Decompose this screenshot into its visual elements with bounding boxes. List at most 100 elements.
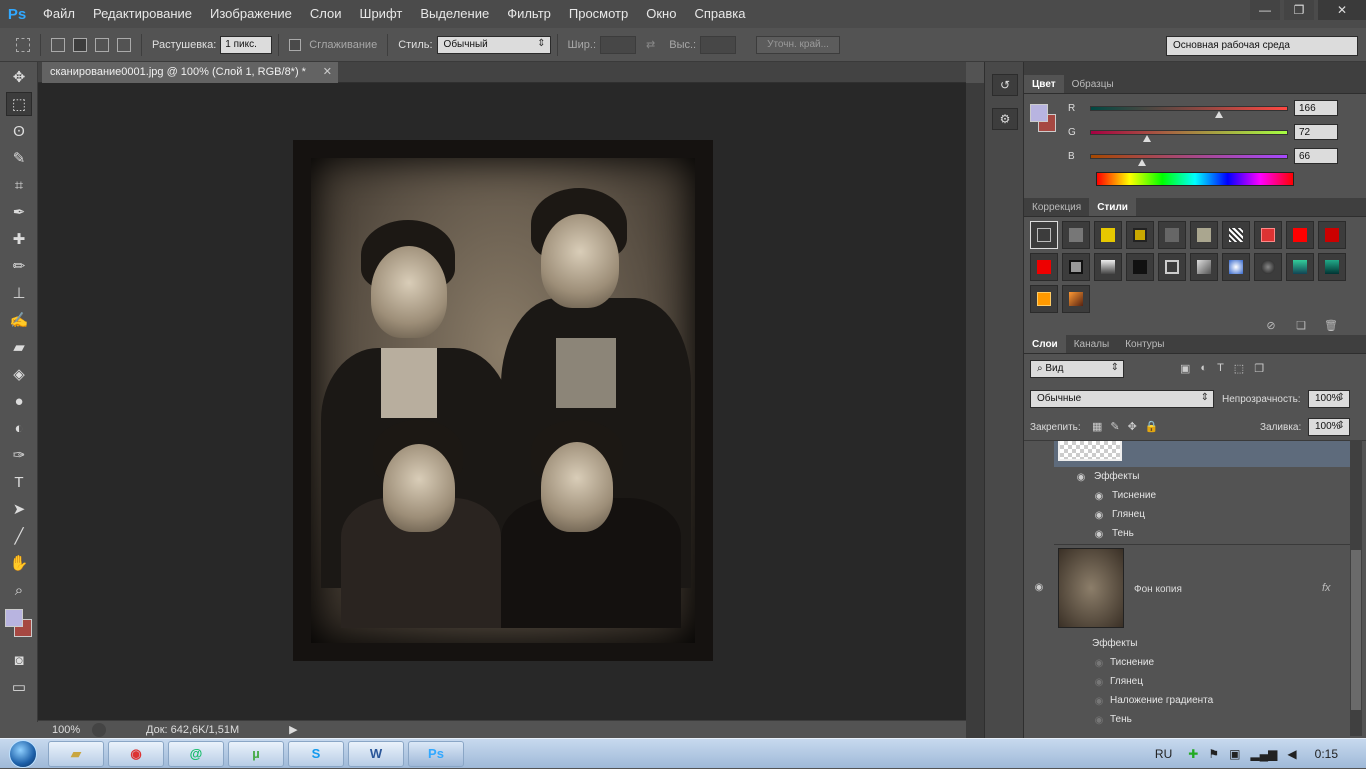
add-selection-icon[interactable] bbox=[73, 37, 87, 52]
tab-paths[interactable]: Контуры bbox=[1117, 335, 1172, 353]
blue-slider-thumb[interactable] bbox=[1138, 158, 1146, 166]
red-value-input[interactable]: 166 bbox=[1294, 100, 1338, 116]
document-tab[interactable]: сканирование0001.jpg @ 100% (Слой 1, RGB… bbox=[42, 62, 338, 83]
tab-styles[interactable]: Стили bbox=[1089, 198, 1136, 216]
opacity-input[interactable]: 100% bbox=[1308, 390, 1350, 408]
style-swatch[interactable] bbox=[1222, 221, 1250, 249]
canvas-scrollbar[interactable] bbox=[966, 83, 984, 738]
menu-window[interactable]: Окно bbox=[637, 0, 685, 28]
close-button[interactable]: ✕ bbox=[1318, 0, 1366, 20]
layer-filter-select[interactable]: ⌕ Вид bbox=[1030, 360, 1124, 378]
signal-icon[interactable]: ▂▄▆ bbox=[1250, 747, 1277, 761]
style-swatch[interactable] bbox=[1318, 253, 1346, 281]
effect-row[interactable]: ◉ Тень bbox=[1092, 714, 1366, 726]
red-slider-thumb[interactable] bbox=[1215, 110, 1223, 118]
eye-icon[interactable]: ◉ bbox=[1092, 510, 1106, 521]
effect-row[interactable]: ◉ Тиснение bbox=[1092, 657, 1366, 669]
history-panel-icon[interactable]: ↺ bbox=[992, 74, 1018, 96]
style-swatch[interactable] bbox=[1030, 221, 1058, 249]
blur-tool-icon[interactable]: ● bbox=[6, 389, 32, 413]
style-swatch[interactable] bbox=[1222, 253, 1250, 281]
eye-icon[interactable]: ◉ bbox=[1092, 529, 1106, 540]
new-selection-icon[interactable] bbox=[51, 37, 65, 52]
lock-position-icon[interactable]: ✥ bbox=[1128, 420, 1137, 433]
tab-color[interactable]: Цвет bbox=[1024, 75, 1064, 93]
crop-tool-icon[interactable]: ⌗ bbox=[6, 173, 32, 197]
document-image[interactable] bbox=[293, 140, 713, 661]
blue-slider[interactable] bbox=[1090, 153, 1288, 166]
properties-panel-icon[interactable]: ⚙ bbox=[992, 108, 1018, 130]
style-swatch[interactable] bbox=[1190, 221, 1218, 249]
style-swatch[interactable] bbox=[1094, 221, 1122, 249]
utorrent-icon[interactable]: µ bbox=[228, 740, 284, 767]
flag-icon[interactable]: ⚑ bbox=[1208, 747, 1219, 761]
style-swatch[interactable] bbox=[1126, 221, 1154, 249]
chrome-icon[interactable]: ◉ bbox=[108, 740, 164, 767]
eye-icon[interactable]: ◉ bbox=[1092, 677, 1106, 688]
effect-row[interactable]: ◉ Наложение градиента bbox=[1092, 695, 1366, 707]
language-indicator[interactable]: RU bbox=[1155, 747, 1172, 761]
menu-type[interactable]: Шрифт bbox=[351, 0, 412, 28]
type-filter-icon[interactable]: T bbox=[1217, 362, 1224, 375]
shape-filter-icon[interactable]: ⬚ bbox=[1234, 362, 1244, 375]
antialias-checkbox[interactable] bbox=[289, 38, 302, 51]
style-swatch[interactable] bbox=[1094, 253, 1122, 281]
canvas-area[interactable] bbox=[38, 83, 966, 720]
layer-visibility-eye-icon[interactable]: ◉ bbox=[1032, 582, 1046, 593]
close-tab-icon[interactable]: ✕ bbox=[323, 62, 332, 83]
effects-row[interactable]: ◉ Эффекты bbox=[1074, 471, 1366, 483]
menu-file[interactable]: Файл bbox=[34, 0, 84, 28]
layer-name[interactable]: Фон копия bbox=[1134, 584, 1182, 595]
eye-icon[interactable]: ◉ bbox=[1092, 658, 1106, 669]
start-button[interactable] bbox=[0, 739, 46, 769]
hand-tool-icon[interactable]: ✋ bbox=[6, 551, 32, 575]
tab-layers[interactable]: Слои bbox=[1024, 335, 1066, 353]
delete-style-icon[interactable]: 🗑 bbox=[1324, 319, 1338, 332]
green-slider[interactable] bbox=[1090, 129, 1288, 142]
brush-tool-icon[interactable]: ✏ bbox=[6, 254, 32, 278]
new-style-icon[interactable]: ❏ bbox=[1294, 319, 1308, 332]
blend-mode-select[interactable]: Обычные bbox=[1030, 390, 1214, 408]
eye-icon[interactable]: ◉ bbox=[1074, 472, 1088, 483]
subtract-selection-icon[interactable] bbox=[95, 37, 109, 52]
intersect-selection-icon[interactable] bbox=[117, 37, 131, 52]
style-swatch[interactable] bbox=[1318, 221, 1346, 249]
lasso-tool-icon[interactable]: ʘ bbox=[6, 119, 32, 143]
folder-icon[interactable]: ▰ bbox=[48, 740, 104, 767]
layer-fx-icon[interactable]: fx bbox=[1322, 582, 1331, 594]
workspace-select[interactable]: Основная рабочая среда bbox=[1166, 36, 1358, 56]
foreground-color-swatch[interactable] bbox=[5, 609, 23, 627]
effect-row[interactable]: ◉ Глянец bbox=[1092, 676, 1366, 688]
marquee-tool-icon[interactable]: ⬚ bbox=[6, 92, 32, 116]
style-swatch[interactable] bbox=[1126, 253, 1154, 281]
feather-input[interactable]: 1 пикс. bbox=[220, 35, 273, 54]
status-menu-icon[interactable] bbox=[92, 722, 106, 737]
menu-select[interactable]: Выделение bbox=[411, 0, 498, 28]
menu-view[interactable]: Просмотр bbox=[560, 0, 637, 28]
effect-row[interactable]: ◉ Тиснение bbox=[1092, 490, 1366, 502]
lock-all-icon[interactable]: 🔒 bbox=[1145, 420, 1159, 433]
style-swatch[interactable] bbox=[1254, 221, 1282, 249]
layers-scrollbar[interactable] bbox=[1350, 440, 1362, 736]
history-brush-icon[interactable]: ✍ bbox=[6, 308, 32, 332]
style-swatch[interactable] bbox=[1286, 221, 1314, 249]
menu-layers[interactable]: Слои bbox=[301, 0, 351, 28]
restore-button[interactable]: ❐ bbox=[1284, 0, 1314, 20]
bucket-tool-icon[interactable]: ◈ bbox=[6, 362, 32, 386]
stamp-tool-icon[interactable]: ⊥ bbox=[6, 281, 32, 305]
menu-filter[interactable]: Фильтр bbox=[498, 0, 560, 28]
quick-select-tool-icon[interactable]: ✎ bbox=[6, 146, 32, 170]
eraser-tool-icon[interactable]: ▰ bbox=[6, 335, 32, 359]
effect-row[interactable]: ◉ Глянец bbox=[1092, 509, 1366, 521]
status-arrow-icon[interactable]: ▶ bbox=[289, 723, 297, 736]
word-icon[interactable]: W bbox=[348, 740, 404, 767]
style-swatch[interactable] bbox=[1062, 285, 1090, 313]
quick-mask-icon[interactable]: ◙ bbox=[6, 648, 32, 672]
eyedropper-tool-icon[interactable]: ✒ bbox=[6, 200, 32, 224]
eye-icon[interactable]: ◉ bbox=[1092, 491, 1106, 502]
zoom-tool-icon[interactable]: ⌕ bbox=[6, 578, 32, 602]
screen-mode-icon[interactable]: ▭ bbox=[6, 675, 32, 699]
effects-row[interactable]: Эффекты bbox=[1092, 638, 1366, 649]
move-tool-icon[interactable]: ✥ bbox=[6, 65, 32, 89]
minimize-button[interactable]: — bbox=[1250, 0, 1280, 20]
